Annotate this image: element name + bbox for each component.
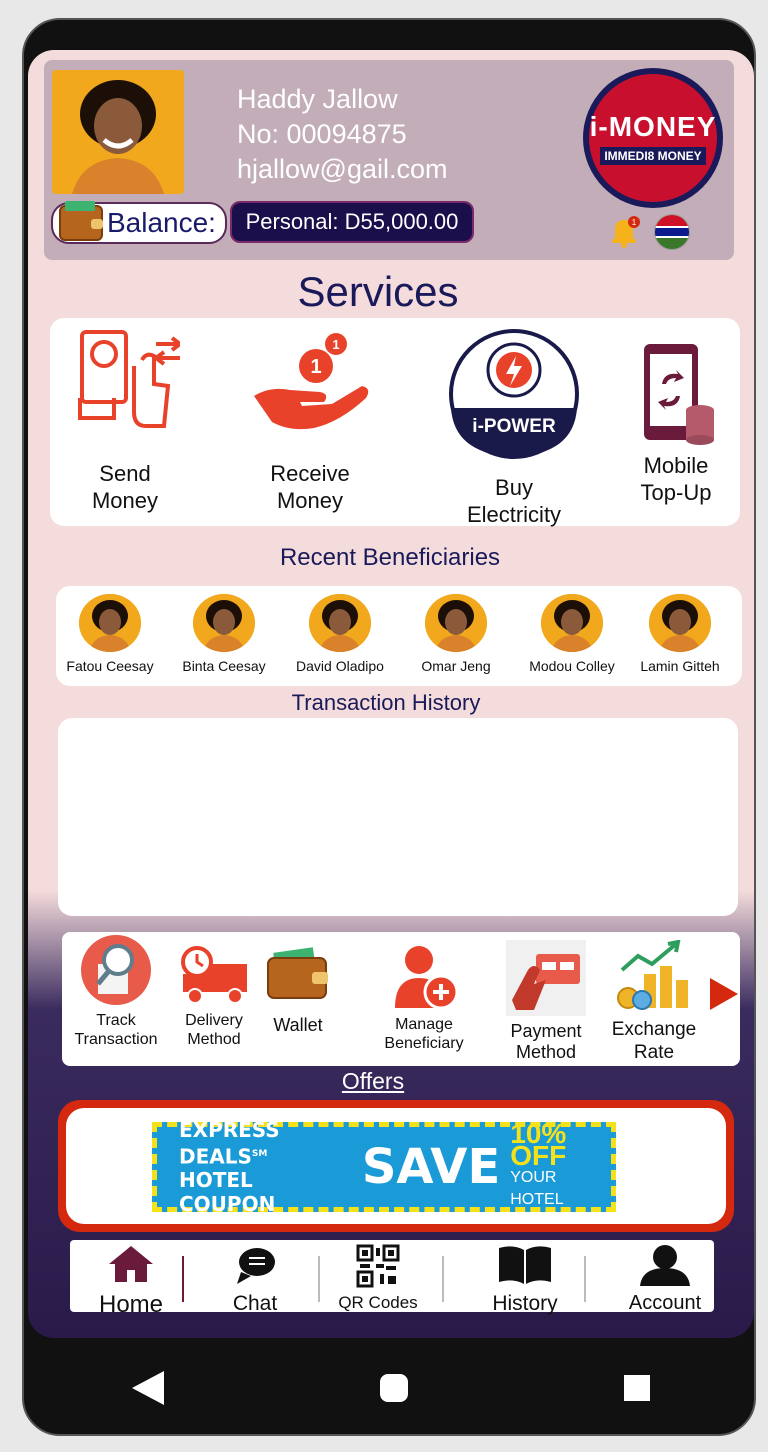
- avatar[interactable]: [52, 70, 184, 194]
- profile-info: Haddy Jallow No: 00094875 hjallow@gail.c…: [237, 82, 448, 187]
- account-icon: [640, 1245, 690, 1286]
- receive-money-icon: 1 1: [254, 333, 369, 430]
- beneficiary-name: David Oladipo: [296, 658, 384, 674]
- i-power-icon: i-POWER: [449, 329, 579, 459]
- send-money-icon: [78, 330, 184, 428]
- delivery-method-button[interactable]: Delivery Method: [170, 944, 258, 1049]
- banner-save: SAVE: [361, 1139, 501, 1195]
- beneficiaries-list: Fatou Ceesay Binta Ceesay David Oladipo …: [56, 586, 742, 686]
- offers-link[interactable]: Offers: [28, 1068, 718, 1095]
- beneficiary-item[interactable]: David Oladipo: [282, 594, 398, 674]
- nav-history[interactable]: History: [484, 1244, 566, 1316]
- svg-text:1: 1: [310, 356, 321, 378]
- wallet-icon: [267, 947, 328, 999]
- hotel-coupon-banner[interactable]: EXPRESS DEALSSM HOTEL COUPON SAVE 10% OF…: [152, 1118, 616, 1216]
- beneficiary-item[interactable]: Fatou Ceesay: [52, 594, 168, 674]
- avatar: [649, 594, 711, 652]
- buy-electricity-button[interactable]: i-POWER Buy Electricity: [448, 328, 580, 528]
- services-title: Services: [297, 268, 459, 315]
- nav-chat[interactable]: Chat: [218, 1246, 292, 1316]
- avatar: [425, 594, 487, 652]
- banner-line2: HOTEL COUPON: [179, 1168, 276, 1217]
- manage-beneficiary-button[interactable]: Manage Beneficiary: [374, 942, 474, 1053]
- profile-header: Haddy Jallow No: 00094875 hjallow@gail.c…: [44, 60, 734, 260]
- receive-money-button[interactable]: 1 1 Receive Money: [250, 332, 370, 514]
- balance-value[interactable]: Personal: D55,000.00: [230, 201, 474, 243]
- logo-subtitle: IMMEDI8 MONEY: [600, 147, 706, 165]
- wallet-icon: [59, 201, 103, 241]
- track-transaction-icon: [81, 935, 151, 1005]
- track-transaction-button[interactable]: Track Transaction: [68, 934, 164, 1049]
- beneficiary-item[interactable]: Binta Ceesay: [166, 594, 282, 674]
- balance-label: Balance:: [51, 201, 227, 244]
- system-navigation-bar: [24, 1338, 754, 1434]
- transaction-history-panel[interactable]: [58, 718, 738, 916]
- banner-service-mark: SM: [251, 1148, 268, 1159]
- nav-home[interactable]: Home: [90, 1244, 172, 1319]
- delivery-truck-icon: [181, 946, 247, 1004]
- chat-icon: [237, 1248, 275, 1284]
- gambia-flag-icon[interactable]: [654, 214, 690, 250]
- notification-count: 1: [632, 218, 637, 227]
- banner-line1: EXPRESS DEALS: [179, 1117, 280, 1169]
- recent-apps-icon[interactable]: [624, 1375, 650, 1401]
- quick-actions-bar: Track Transaction Delivery Method Wallet…: [62, 932, 740, 1066]
- home-circle-icon[interactable]: [380, 1374, 408, 1402]
- avatar: [541, 594, 603, 652]
- notification-bell-icon[interactable]: 1: [607, 214, 640, 248]
- app-screen: Haddy Jallow No: 00094875 hjallow@gail.c…: [28, 50, 754, 1338]
- logo-title: i-MONEY: [589, 111, 717, 142]
- svg-text:i-POWER: i-POWER: [472, 416, 556, 437]
- add-user-icon: [395, 946, 459, 1010]
- mobile-topup-icon: [644, 344, 714, 445]
- transaction-history-title: Transaction History: [291, 690, 481, 715]
- scroll-right-arrow-icon[interactable]: [710, 978, 738, 1010]
- beneficiary-name: Lamin Gitteh: [640, 658, 720, 674]
- beneficiary-name: Modou Colley: [529, 658, 615, 674]
- recent-beneficiaries-title: Recent Beneficiaries: [279, 544, 501, 571]
- back-icon[interactable]: [132, 1371, 164, 1405]
- qr-code-icon: [356, 1244, 400, 1288]
- nav-account[interactable]: Account: [618, 1244, 712, 1315]
- payment-method-button[interactable]: Payment Method: [498, 940, 594, 1063]
- avatar: [309, 594, 371, 652]
- i-money-logo: i-MONEY IMMEDI8 MONEY: [583, 68, 723, 208]
- banner-sub: YOUR HOTEL: [510, 1169, 564, 1208]
- svg-text:1: 1: [332, 337, 339, 352]
- beneficiary-item[interactable]: Lamin Gitteh: [622, 594, 738, 674]
- phone-frame: Haddy Jallow No: 00094875 hjallow@gail.c…: [22, 18, 756, 1436]
- avatar: [79, 594, 141, 652]
- beneficiary-name: Binta Ceesay: [182, 658, 266, 674]
- beneficiary-item[interactable]: Omar Jeng: [398, 594, 514, 674]
- wallet-button[interactable]: Wallet: [260, 946, 336, 1035]
- mobile-topup-button[interactable]: Mobile Top-Up: [634, 342, 718, 506]
- user-name: Haddy Jallow: [237, 84, 398, 114]
- beneficiary-name: Fatou Ceesay: [66, 658, 154, 674]
- send-money-button[interactable]: Send Money: [70, 326, 184, 514]
- banner-percent: 10% OFF: [510, 1118, 567, 1171]
- payment-card-icon: [506, 940, 586, 1016]
- exchange-rate-icon: [617, 939, 688, 1010]
- services-card: Send Money 1 1 Receive Money i-POWER Buy…: [50, 318, 740, 528]
- nav-qr-codes[interactable]: QR Codes: [332, 1244, 424, 1313]
- exchange-rate-button[interactable]: Exchange Rate: [602, 939, 706, 1064]
- user-email: hjallow@gail.com: [237, 154, 448, 184]
- user-number: No: 00094875: [237, 119, 407, 149]
- beneficiary-name: Omar Jeng: [421, 658, 491, 674]
- beneficiary-item[interactable]: Modou Colley: [514, 594, 630, 674]
- book-icon: [499, 1246, 551, 1284]
- avatar: [193, 594, 255, 652]
- bottom-navigation: Home Chat QR Codes History Account: [70, 1240, 714, 1318]
- offers-panel: EXPRESS DEALSSM HOTEL COUPON SAVE 10% OF…: [58, 1100, 734, 1232]
- home-icon: [109, 1246, 153, 1282]
